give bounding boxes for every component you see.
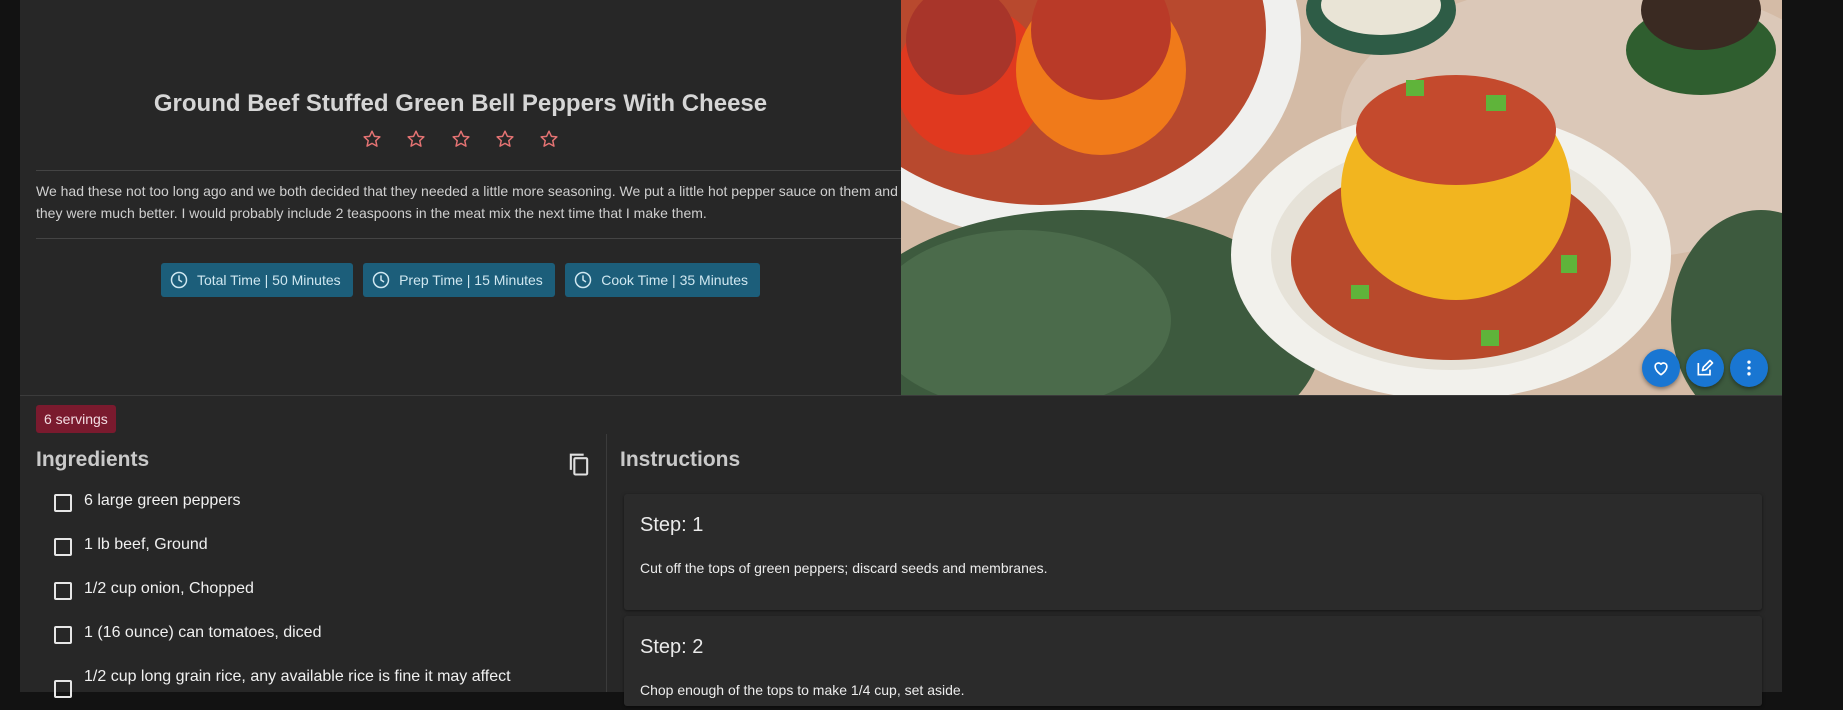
cook-time-chip: Cook Time | 35 Minutes xyxy=(565,263,761,297)
ingredient-item[interactable]: 1 (16 ounce) can tomatoes, diced xyxy=(54,622,574,666)
clock-icon xyxy=(575,271,592,289)
servings-badge: 6 servings xyxy=(36,405,116,433)
ingredient-checkbox[interactable] xyxy=(54,680,72,698)
favorite-button[interactable] xyxy=(1642,349,1680,387)
time-chips: Total Time | 50 Minutes Prep Time | 15 M… xyxy=(20,263,901,297)
instructions-heading: Instructions xyxy=(620,448,741,471)
ingredients-heading: Ingredients xyxy=(36,448,150,471)
ingredient-item[interactable]: 1/2 cup onion, Chopped xyxy=(54,578,574,622)
recipe-photo xyxy=(901,0,1782,395)
total-time-chip: Total Time | 50 Minutes xyxy=(160,263,353,297)
copy-icon[interactable] xyxy=(565,450,593,478)
ingredient-text: 6 large green peppers xyxy=(84,492,241,509)
ingredient-text: 1/2 cup long grain rice, any available r… xyxy=(84,668,511,685)
step-title: Step: 1 xyxy=(640,514,704,536)
heart-icon xyxy=(1654,362,1668,376)
instruction-step[interactable]: Step: 1 Cut off the tops of green pepper… xyxy=(624,494,1762,610)
ingredient-item[interactable]: 1/2 cup long grain rice, any available r… xyxy=(54,666,574,710)
divider xyxy=(36,238,904,239)
recipe-actions xyxy=(1642,349,1768,387)
ingredient-text: 1 (16 ounce) can tomatoes, diced xyxy=(84,624,322,641)
ingredient-text: 1 lb beef, Ground xyxy=(84,536,208,553)
window-background xyxy=(1782,0,1843,692)
ingredient-item[interactable]: 1 lb beef, Ground xyxy=(54,534,574,578)
star-icon[interactable] xyxy=(441,128,481,155)
ingredient-checkbox[interactable] xyxy=(54,538,72,556)
step-title: Step: 2 xyxy=(640,636,704,658)
rating-stars[interactable] xyxy=(20,128,901,155)
instruction-step[interactable]: Step: 2 Chop enough of the tops to make … xyxy=(624,616,1762,706)
ingredient-text: 1/2 cup onion, Chopped xyxy=(84,580,254,597)
edit-button[interactable] xyxy=(1686,349,1724,387)
recipe-hero: Ground Beef Stuffed Green Bell Peppers W… xyxy=(20,0,1782,395)
cook-time-label: Cook Time | 35 Minutes xyxy=(601,272,749,288)
ingredient-checkbox[interactable] xyxy=(54,626,72,644)
more-options-button[interactable] xyxy=(1730,349,1768,387)
clock-icon xyxy=(372,271,390,289)
step-text: Chop enough of the tops to make 1/4 cup,… xyxy=(640,682,965,698)
ingredient-checkbox[interactable] xyxy=(54,582,72,600)
star-icon[interactable] xyxy=(529,128,569,155)
prep-time-label: Prep Time | 15 Minutes xyxy=(399,272,543,288)
edit-icon xyxy=(1697,359,1714,376)
section-divider xyxy=(20,395,1782,396)
ingredient-checkbox[interactable] xyxy=(54,494,72,512)
column-divider xyxy=(606,434,607,692)
divider xyxy=(36,170,904,171)
recipe-description: We had these not too long ago and we bot… xyxy=(36,183,898,221)
total-time-label: Total Time | 50 Minutes xyxy=(196,272,341,288)
star-icon[interactable] xyxy=(352,128,392,155)
step-text: Cut off the tops of green peppers; disca… xyxy=(640,560,1048,576)
recipe-info: Ground Beef Stuffed Green Bell Peppers W… xyxy=(20,0,904,395)
more-vertical-icon xyxy=(1747,360,1751,376)
ingredients-list: 6 large green peppers 1 lb beef, Ground … xyxy=(54,490,574,710)
clock-icon xyxy=(170,271,188,289)
recipe-page: Ground Beef Stuffed Green Bell Peppers W… xyxy=(20,0,1782,706)
recipe-image xyxy=(901,0,1782,395)
recipe-title: Ground Beef Stuffed Green Bell Peppers W… xyxy=(153,90,768,117)
prep-time-chip: Prep Time | 15 Minutes xyxy=(363,263,555,297)
ingredient-item[interactable]: 6 large green peppers xyxy=(54,490,574,534)
star-icon[interactable] xyxy=(485,128,525,155)
star-icon[interactable] xyxy=(396,128,436,155)
